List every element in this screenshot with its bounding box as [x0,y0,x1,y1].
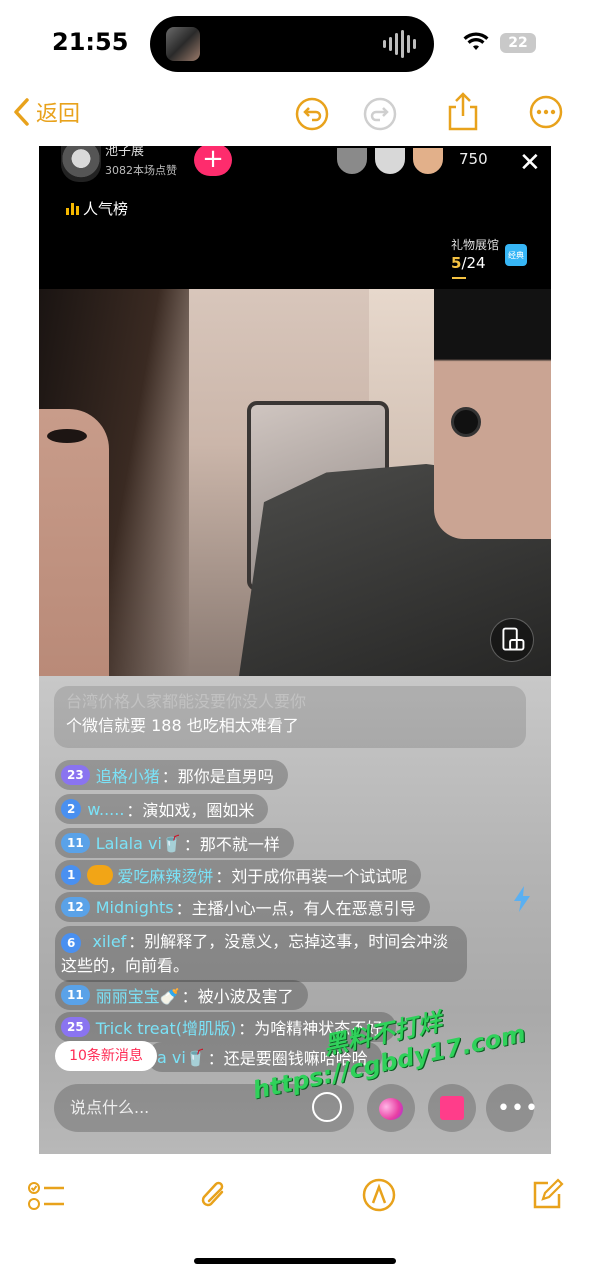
viewer-avatar[interactable] [373,146,407,176]
redo-icon[interactable] [362,96,398,132]
left-person-eye [47,429,87,443]
user-level-badge: 1 [61,865,82,885]
host-likes: 3082本场点赞 [105,164,177,177]
dynamic-island[interactable] [150,16,434,72]
camera-feed [39,289,551,676]
status-time: 21:55 [52,28,129,56]
lightning-icon[interactable] [508,884,536,914]
bottom-toolbar [0,1170,590,1220]
follow-button[interactable]: + [194,146,232,176]
right-person-head [434,289,551,539]
user-level-badge: 12 [61,897,90,917]
more-options-icon[interactable] [528,94,564,130]
rank-icon [66,202,79,215]
viewer-avatar[interactable] [335,146,369,176]
host-avatar[interactable] [61,146,101,182]
gift-progress-underline [452,277,466,279]
new-messages-button[interactable]: 10条新消息 [55,1041,157,1071]
chat-username[interactable]: w..... [87,800,124,819]
live-header: 池子展 3082本场点赞 + 750 ✕ 人气榜 礼物展馆 5/24 经典 [39,146,551,289]
chat-message[interactable]: 11 Lalala vi🥤 ：那不就一样 [55,828,294,858]
chat-faded-line-1: 台湾价格人家都能没要你没人要你 [66,692,307,711]
chat-username[interactable]: xilef [92,932,126,951]
chat-message[interactable]: 23 追格小猪 ：那你是直男吗 [55,760,288,790]
viewer-avatar[interactable] [411,146,445,176]
compose-icon[interactable] [530,1178,564,1212]
audio-wave-icon [383,30,416,58]
chat-message[interactable]: 12 Midnights ：主播小心一点，有人在恶意引导 [55,892,430,922]
chat-text: ：主播小心一点，有人在恶意引导 [175,899,416,918]
undo-icon[interactable] [294,96,330,132]
chat-username[interactable]: Midnights [96,898,174,917]
chat-text: ：刘于成你再装一个试试呢 [215,867,408,886]
rank-label: 人气榜 [83,200,129,218]
chevron-left-icon [14,98,29,126]
gift-progress-total: /24 [461,254,486,272]
chat-text: ：演如戏，圈如米 [126,801,255,820]
left-person-face [39,409,109,676]
close-icon[interactable]: ✕ [519,148,541,178]
checklist-icon[interactable] [28,1180,66,1212]
user-level-badge: 11 [61,833,90,853]
viewer-count[interactable]: 750 [459,150,488,168]
user-level-badge: 25 [61,1017,90,1037]
user-level-badge: 6 [61,933,82,953]
gift-progress-current: 5 [451,254,462,272]
gift-gallery-badge[interactable]: 经典 [505,244,527,266]
chat-message[interactable]: 6 xilef ：别解释了，没意义，忘掉这事，时间会冲淡这些的，向前看。 [55,926,467,982]
share-icon[interactable] [446,90,480,132]
chat-message[interactable]: 11 丽丽宝宝🍼 ：被小波及害了 [55,980,308,1010]
chat-text: ：那不就一样 [183,835,280,854]
host-name: 池子展 [105,146,145,159]
status-bar: 21:55 22 [0,0,590,80]
battery-indicator: 22 [500,33,536,53]
chat-text: ：被小波及害了 [181,987,294,1006]
wifi-icon [463,32,489,50]
back-button[interactable]: 返回 [12,96,80,128]
user-level-badge: 2 [61,799,82,819]
popularity-rank[interactable]: 人气榜 [66,198,128,219]
more-dots-icon: ••• [497,1096,539,1121]
earring [451,407,481,437]
paperclip-icon[interactable] [198,1178,230,1214]
app-toolbar: 返回 [0,88,590,140]
heart-icon [379,1098,403,1120]
home-indicator [194,1258,396,1264]
screen-rotate-icon[interactable] [490,618,534,662]
markup-pen-icon[interactable] [362,1178,396,1212]
fan-club-badge [87,865,114,885]
chat-username[interactable]: a vi🥤 [157,1048,206,1067]
chat-username[interactable]: 追格小猪 [96,763,160,787]
chat-username[interactable]: Trick treat(增肌版) [96,1015,237,1039]
chat-username[interactable]: Lalala vi🥤 [96,834,182,853]
emoji-icon[interactable] [312,1092,342,1122]
chat-message[interactable]: 2 w..... ：演如戏，圈如米 [55,794,269,824]
gift-gallery-label[interactable]: 礼物展馆 [451,236,499,253]
chat-faded-line-2: 个微信就要 188 也吃相太难看了 [66,716,299,735]
chat-username[interactable]: 丽丽宝宝🍼 [96,983,180,1007]
gift-icon [440,1096,464,1120]
chat-message-faded: 台湾价格人家都能没要你没人要你 个微信就要 188 也吃相太难看了 [54,686,526,748]
live-stream-screenshot: 池子展 3082本场点赞 + 750 ✕ 人气榜 礼物展馆 5/24 经典 台湾… [39,146,551,1154]
chat-text: ：那你是直男吗 [161,767,274,786]
chat-username[interactable]: 爱吃麻辣烫饼 [117,863,213,887]
chat-message[interactable]: 1 爱吃麻辣烫饼 ：刘于成你再装一个试试呢 [55,860,422,890]
now-playing-thumbnail [166,27,200,61]
back-label: 返回 [36,102,81,127]
gift-progress: 5/24 [451,254,486,272]
user-level-badge: 11 [61,985,90,1005]
user-level-badge: 23 [61,765,90,785]
